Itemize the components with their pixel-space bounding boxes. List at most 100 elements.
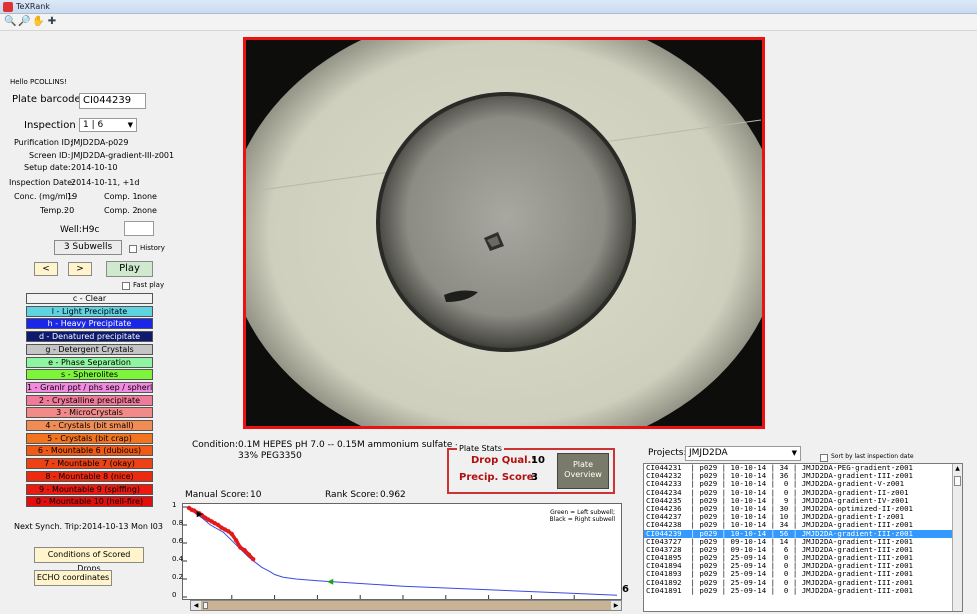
next-synch-label: Next Synch. Trip: xyxy=(14,522,82,531)
condition-line-1: 0.1M HEPES pH 7.0 -- 0.15M ammonium sulf… xyxy=(238,440,462,450)
sort-label: Sort by last inspection date xyxy=(831,453,914,460)
fast-play-checkbox[interactable] xyxy=(122,281,130,291)
screen-label: Screen ID: xyxy=(29,151,71,160)
purification-label: Purification ID: xyxy=(14,138,73,147)
condition-line-2: 33% PEG3350 xyxy=(238,451,302,461)
plate-stats-title: Plate Stats xyxy=(457,444,504,453)
condition-label: Condition: xyxy=(192,440,238,450)
project-rows: CI044231 | p029 | 10-10-14 | 34 | JMJD2D… xyxy=(644,464,962,595)
drop-qual-value: 10 xyxy=(531,455,545,466)
category-button[interactable]: d - Denatured precipitate xyxy=(26,331,153,343)
well-label: Well: xyxy=(60,225,82,235)
well-input[interactable] xyxy=(124,221,154,236)
greeting: Hello PCOLLINS! xyxy=(10,78,67,86)
projects-dropdown[interactable]: JMJD2DA ▼ xyxy=(685,446,801,461)
comp1-label: Comp. 1: xyxy=(104,192,141,201)
screen-value: JMJD2DA-gradient-III-z001 xyxy=(71,151,175,160)
category-button[interactable]: 7 - Mountable 7 (okay) xyxy=(26,458,153,470)
plate-barcode-label: Plate barcode: xyxy=(12,94,85,105)
category-button[interactable]: 2 - Crystalline precipitate xyxy=(26,394,153,406)
plot-legend-line-1: Green = Left subwell; xyxy=(550,509,615,516)
play-button[interactable]: Play xyxy=(106,261,153,277)
data-point xyxy=(229,531,234,537)
y-tick-label: 0.4 xyxy=(172,555,184,563)
scroll-right-icon[interactable]: ▶ xyxy=(611,601,621,610)
category-button[interactable]: e - Phase Separation xyxy=(26,356,153,368)
toolbar: 🔍 🔎 ✋ ✚ xyxy=(0,14,977,31)
plot-legend-line-2: Black = Right subwell xyxy=(549,516,615,523)
y-tick-label: 0.2 xyxy=(172,573,184,581)
sort-checkbox[interactable] xyxy=(820,453,828,463)
plate-overview-button[interactable]: Plate Overview xyxy=(557,453,609,489)
next-synch-value: 2014-10-13 Mon I03 xyxy=(82,522,163,531)
precip-score-label: Precip. Score: xyxy=(459,472,538,483)
score-plot[interactable]: Green = Left subwell; Black = Right subw… xyxy=(182,503,622,600)
plot-scrollbar[interactable]: ◀ ▶ xyxy=(190,600,622,611)
pan-hand-icon[interactable]: ✋ xyxy=(32,16,44,28)
title-bar: TeXRank xyxy=(0,0,977,14)
projects-label: Projects: xyxy=(648,448,687,458)
zoom-in-icon[interactable]: 🔍 xyxy=(4,16,16,28)
category-button[interactable]: 5 - Crystals (bit crap) xyxy=(26,432,153,444)
category-button[interactable]: c - Clear xyxy=(26,293,153,304)
well-value: H9c xyxy=(82,225,100,235)
previous-button[interactable]: < xyxy=(34,262,58,276)
scroll-thumb[interactable] xyxy=(203,602,208,609)
conc-value: 19 xyxy=(67,192,78,201)
next-button[interactable]: > xyxy=(68,262,92,276)
category-button[interactable]: 8 - Mountable 8 (nice) xyxy=(26,470,153,482)
history-label: History xyxy=(140,244,165,252)
inspection-date-label: Inspection Date: xyxy=(9,178,75,187)
category-button[interactable]: 9 - Mountable 9 (spiffing) xyxy=(26,483,153,495)
y-tick-label: 0.8 xyxy=(172,519,184,527)
data-cursor-icon[interactable]: ✚ xyxy=(46,16,58,28)
temp-label: Temp.: xyxy=(40,206,67,215)
app-logo-icon xyxy=(3,2,13,12)
y-tick-label: 0 xyxy=(172,591,177,599)
plot-end-value: 6 xyxy=(622,584,629,595)
precip-score-value: 3 xyxy=(531,472,538,483)
conc-label: Conc. (mg/ml): xyxy=(14,192,74,201)
data-point xyxy=(246,552,252,557)
chevron-down-icon: ▼ xyxy=(791,449,797,457)
plate-stats-panel: Plate Stats Drop Qual.: 10 Precip. Score… xyxy=(447,444,615,494)
scroll-up-icon[interactable]: ▲ xyxy=(953,464,962,474)
inspection-dropdown[interactable]: 1 | 6 ▼ xyxy=(79,118,137,132)
inspection-value: 1 | 6 xyxy=(83,120,104,130)
category-button[interactable]: 3 - MicroCrystals xyxy=(26,407,153,419)
plate-barcode-field[interactable]: CI044239 xyxy=(79,93,146,109)
category-button[interactable]: g - Detergent Crystals xyxy=(26,343,153,355)
echo-coordinates-button[interactable]: ECHO coordinates xyxy=(34,570,112,586)
list-scrollbar[interactable]: ▲ xyxy=(952,464,962,611)
list-scroll-thumb[interactable] xyxy=(954,476,961,486)
data-point xyxy=(215,522,221,528)
zoom-out-icon[interactable]: 🔎 xyxy=(18,16,30,28)
setup-value: 2014-10-10 xyxy=(71,163,118,172)
category-button[interactable]: l - Light Precipitate xyxy=(26,305,153,317)
conditions-button[interactable]: Conditions of Scored Drops xyxy=(34,547,144,573)
category-button[interactable]: s - Spherolites xyxy=(26,369,153,381)
data-point xyxy=(226,529,231,534)
plate-overview-line-2: Overview xyxy=(564,470,602,479)
temp-value: 20 xyxy=(64,206,75,215)
data-point xyxy=(251,557,256,562)
drop-qual-label: Drop Qual.: xyxy=(471,455,536,466)
plate-overview-line-1: Plate xyxy=(572,460,593,469)
category-button[interactable]: 0 - Mountable 10 (hell-fire) xyxy=(26,496,153,508)
data-point xyxy=(242,548,247,553)
drop-image-frame xyxy=(243,37,765,429)
drop-image[interactable] xyxy=(246,40,762,426)
subwells-button[interactable]: 3 Subwells xyxy=(54,240,122,255)
category-button[interactable]: h - Heavy Precipitate xyxy=(26,318,153,330)
list-item[interactable]: CI041891 | p029 | 25-09-14 | 0 | JMJD2DA… xyxy=(644,586,962,595)
history-checkbox[interactable] xyxy=(129,244,137,254)
project-list[interactable]: CI044231 | p029 | 10-10-14 | 34 | JMJD2D… xyxy=(643,463,963,612)
scroll-left-icon[interactable]: ◀ xyxy=(191,601,201,610)
rank-score-label: Rank Score: xyxy=(325,490,379,500)
category-button[interactable]: 1 - Granlr ppt / phs sep / spherlts xyxy=(26,381,153,393)
inspection-date-value: 2014-10-11, +1d xyxy=(71,178,140,187)
category-button[interactable]: 4 - Crystals (bit small) xyxy=(26,420,153,431)
comp1-value: none xyxy=(137,192,157,201)
data-point xyxy=(233,538,239,543)
category-button[interactable]: 6 - Mountable 6 (dubious) xyxy=(26,445,153,457)
